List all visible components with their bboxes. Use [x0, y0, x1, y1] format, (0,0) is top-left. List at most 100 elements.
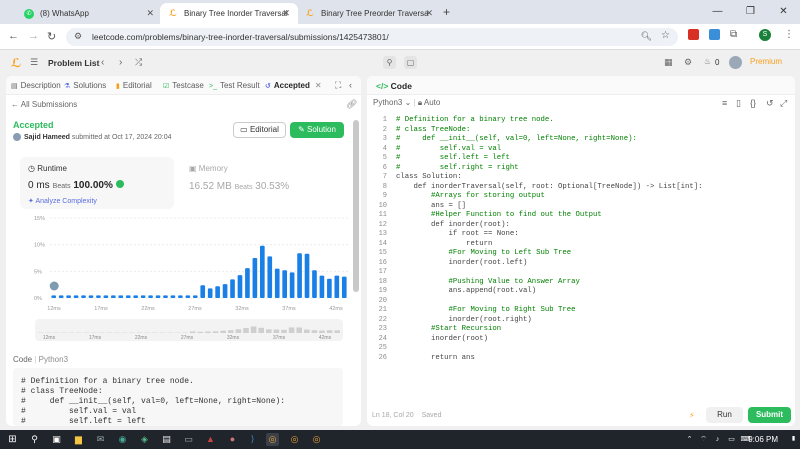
- share-link-icon[interactable]: 🔗︎: [346, 99, 357, 110]
- code-line[interactable]: def inorder(root):: [396, 221, 510, 229]
- chevron-up-icon[interactable]: ⌃: [683, 433, 696, 446]
- app-icon[interactable]: ●: [226, 433, 239, 446]
- url-bar[interactable]: ⚙ leetcode.com/problems/binary-tree-inor…: [66, 28, 678, 46]
- battery-icon[interactable]: ▭: [725, 433, 738, 446]
- settings-gear-icon[interactable]: ⚙: [684, 57, 692, 68]
- code-line[interactable]: #For Moving to Right Sub Tree: [396, 306, 576, 314]
- edge-icon[interactable]: ◉: [116, 433, 129, 446]
- histogram-bar[interactable]: [200, 285, 206, 298]
- zoom-search-icon[interactable]: 🔍︎: [641, 31, 652, 42]
- ai-assist-icon[interactable]: ⚡︎: [689, 411, 695, 420]
- reset-icon[interactable]: ↺: [766, 98, 774, 109]
- histogram-bar[interactable]: [163, 295, 168, 298]
- reload-icon[interactable]: ↻: [47, 30, 56, 43]
- run-button[interactable]: Run: [706, 407, 743, 423]
- user-avatar[interactable]: [729, 56, 742, 69]
- code-line[interactable]: #Helper Function to find out the Output: [396, 211, 602, 219]
- runtime-range-selector[interactable]: 12ms 17ms 22ms 27ms 32ms 37ms 42ms: [35, 319, 343, 341]
- folder-icon[interactable]: ▭: [182, 433, 195, 446]
- histogram-bar[interactable]: [289, 272, 295, 298]
- histogram-bar[interactable]: [222, 284, 228, 298]
- forward-arrow-icon[interactable]: →: [28, 30, 39, 42]
- histogram-bar[interactable]: [207, 288, 213, 298]
- code-line[interactable]: # def __init__(self, val=0, left=None, r…: [396, 135, 637, 143]
- histogram-bar[interactable]: [334, 275, 340, 298]
- all-submissions-link[interactable]: ← All Submissions: [11, 100, 77, 109]
- maximize-icon[interactable]: ❐: [734, 0, 767, 24]
- tab-testcase[interactable]: ☑ Testcase: [163, 81, 204, 90]
- format-icon[interactable]: ≡: [722, 98, 727, 108]
- profile-avatar[interactable]: S: [759, 29, 771, 41]
- histogram-bar[interactable]: [312, 270, 317, 298]
- chrome-icon[interactable]: ◎: [288, 433, 301, 446]
- code-line[interactable]: # self.val = val: [396, 145, 501, 153]
- histogram-bar[interactable]: [148, 295, 153, 298]
- histogram-bar[interactable]: [230, 279, 235, 298]
- notification-icon[interactable]: ▮: [787, 433, 800, 446]
- task-view-icon[interactable]: ▣: [50, 433, 63, 446]
- solution-button[interactable]: ✎ Solution: [290, 122, 344, 138]
- code-line[interactable]: #Arrays for storing output: [396, 192, 545, 200]
- code-line[interactable]: if root == None:: [396, 230, 519, 238]
- layout-grid-icon[interactable]: ▦: [664, 57, 673, 68]
- histogram-bar[interactable]: [282, 270, 287, 298]
- browser-tab-preorder[interactable]: ℒ Binary Tree Preorder Traversal - ✕: [297, 3, 441, 24]
- histogram-bar[interactable]: [140, 295, 146, 298]
- histogram-bar[interactable]: [103, 295, 109, 298]
- histogram-bar[interactable]: [245, 268, 250, 298]
- site-info-icon[interactable]: ⚙: [74, 31, 82, 42]
- histogram-bar[interactable]: [267, 256, 273, 298]
- search-icon[interactable]: ⚲: [28, 433, 41, 446]
- code-line[interactable]: inorder(root.left): [396, 259, 528, 267]
- histogram-bar[interactable]: [341, 276, 347, 298]
- problem-list-icon[interactable]: ☰: [30, 57, 38, 68]
- code-line[interactable]: # class TreeNode:: [396, 126, 470, 134]
- close-window-icon[interactable]: ✕: [767, 0, 800, 24]
- problem-list-link[interactable]: Problem List: [48, 58, 99, 68]
- code-line[interactable]: # self.left = left: [396, 154, 510, 162]
- extensions-puzzle-icon[interactable]: ⧉: [730, 29, 737, 40]
- histogram-bar[interactable]: [81, 295, 86, 298]
- histogram-bar[interactable]: [118, 295, 124, 298]
- tab-editorial[interactable]: ▮ Editorial: [116, 81, 152, 90]
- histogram-bar[interactable]: [111, 295, 116, 298]
- histogram-bar[interactable]: [297, 253, 302, 298]
- analyze-complexity-link[interactable]: ✦ Analyze Complexity: [28, 197, 97, 205]
- language-selector[interactable]: Python3 ⌄ | 🔒︎ Auto: [373, 98, 440, 108]
- code-line[interactable]: # Definition for a binary tree node.: [396, 116, 554, 124]
- chevron-left-icon[interactable]: ‹: [101, 57, 104, 68]
- tab-accepted[interactable]: ↺ Accepted ✕: [265, 81, 322, 90]
- histogram-bar[interactable]: [170, 295, 176, 298]
- histogram-bar[interactable]: [155, 295, 161, 298]
- debug-icon[interactable]: ⚲: [383, 56, 396, 69]
- histogram-bar[interactable]: [66, 295, 71, 298]
- histogram-bar[interactable]: [274, 268, 280, 298]
- wifi-icon[interactable]: ⌔: [697, 433, 710, 446]
- streak-fire-icon[interactable]: ♨: [704, 57, 711, 66]
- volume-icon[interactable]: ♪: [711, 433, 724, 446]
- code-line[interactable]: #Start Recursion: [396, 325, 501, 333]
- chrome-icon[interactable]: ◎: [310, 433, 323, 446]
- new-tab-button[interactable]: +: [443, 5, 450, 19]
- left-panel-scrollbar[interactable]: [353, 120, 359, 292]
- histogram-bar[interactable]: [51, 295, 57, 298]
- tab-description[interactable]: ▤ Description: [11, 81, 61, 90]
- bookmark-icon[interactable]: ▯: [736, 98, 741, 109]
- expand-icon[interactable]: ⛶: [335, 80, 341, 91]
- histogram-bar[interactable]: [88, 295, 94, 298]
- editorial-button[interactable]: ▭ Editorial: [233, 122, 286, 138]
- code-line[interactable]: ans.append(root.val): [396, 287, 537, 295]
- shuffle-icon[interactable]: ⤮: [135, 57, 142, 68]
- code-editor[interactable]: 1 # Definition for a binary tree node. 2 # …: [367, 116, 795, 376]
- mail-icon[interactable]: ✉: [94, 433, 107, 446]
- back-arrow-icon[interactable]: ←: [8, 30, 19, 42]
- tab-test-result[interactable]: >_ Test Result: [209, 81, 260, 90]
- code-line[interactable]: inorder(root.right): [396, 316, 532, 324]
- bookmark-star-icon[interactable]: ☆: [661, 30, 670, 41]
- app-icon[interactable]: ◈: [138, 433, 151, 446]
- code-line[interactable]: def inorderTraversal(self, root: Optiona…: [396, 183, 703, 191]
- notes-icon[interactable]: ▢: [404, 56, 417, 69]
- chrome-icon[interactable]: ◎: [266, 433, 279, 446]
- code-line[interactable]: class Solution:: [396, 173, 462, 181]
- histogram-bar[interactable]: [96, 295, 101, 298]
